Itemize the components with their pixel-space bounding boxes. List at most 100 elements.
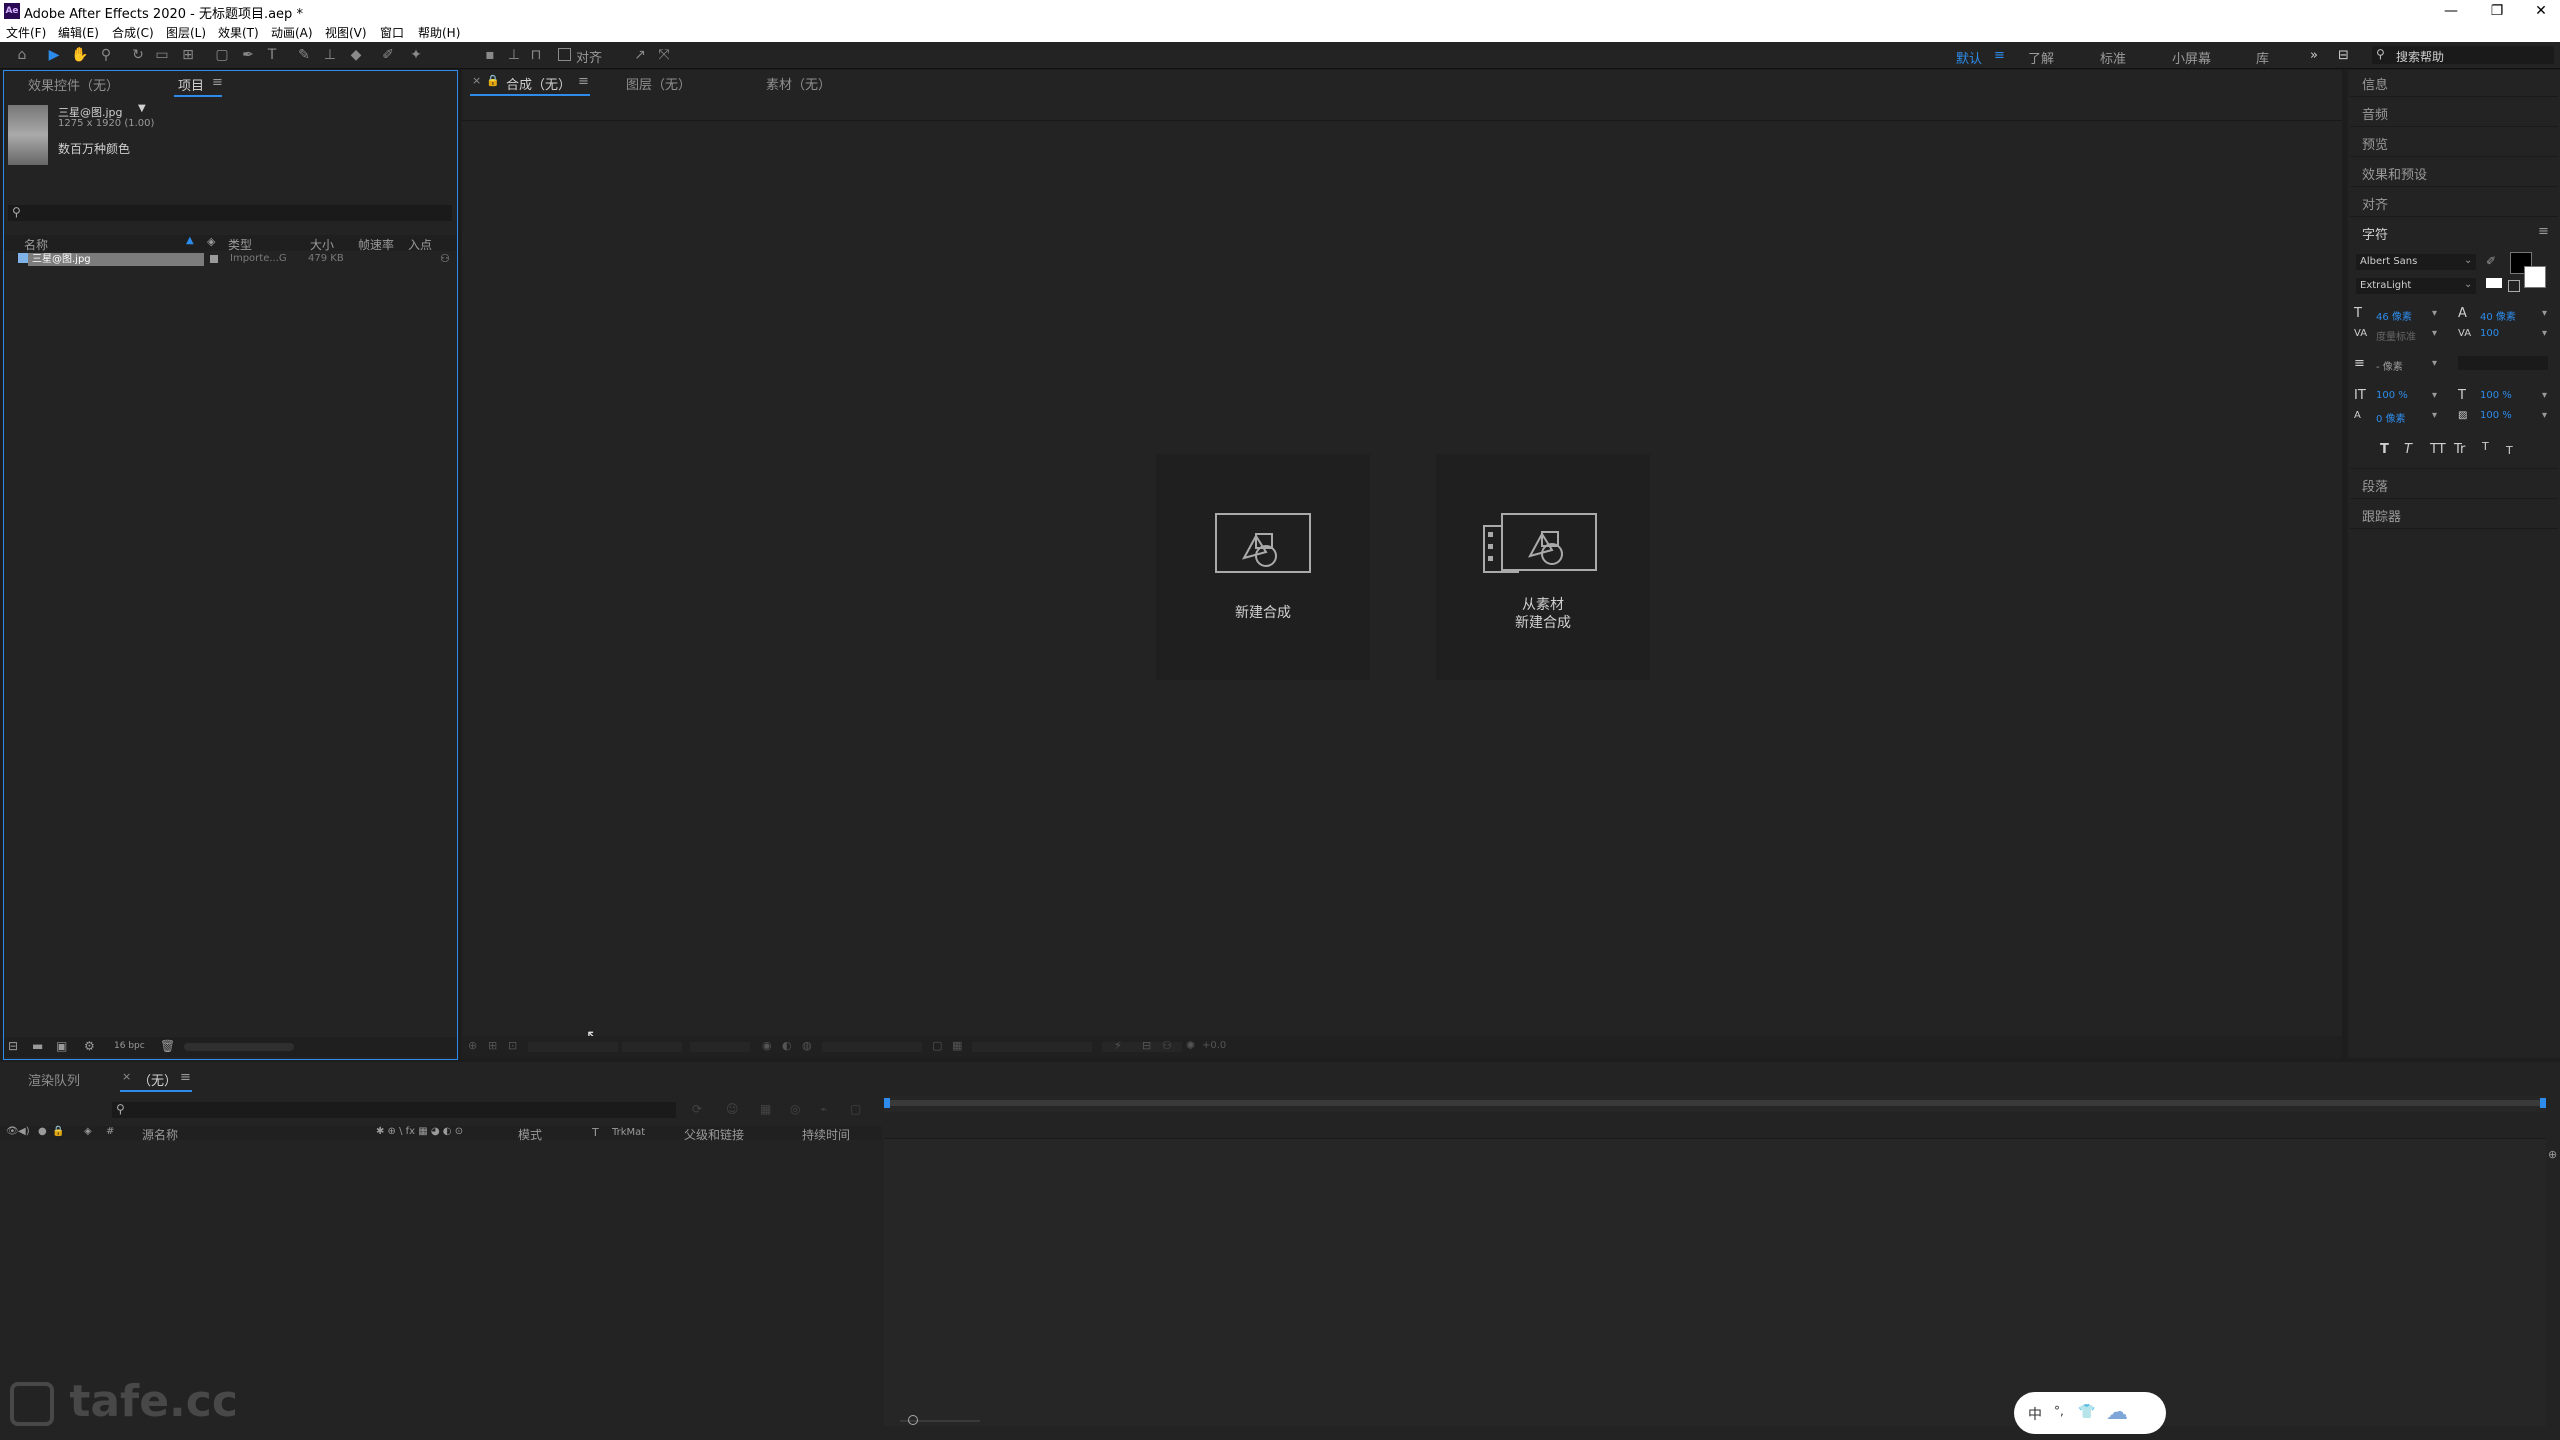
cloud-icon[interactable]: ☁ <box>2106 1400 2128 1425</box>
timeline-track-area[interactable] <box>884 1096 2546 1426</box>
frame-blending-icon[interactable]: ▦ <box>760 1102 771 1116</box>
view-dropdown[interactable] <box>822 1042 922 1052</box>
align-checkbox[interactable] <box>558 48 571 61</box>
view-axis-icon[interactable]: ⊓ <box>526 46 546 64</box>
hand-tool-icon[interactable]: ✋ <box>70 46 90 64</box>
shape-tool-icon[interactable]: ▢ <box>212 46 232 64</box>
navigator-start-handle[interactable] <box>884 1098 890 1108</box>
chevron-down-icon[interactable]: ▾ <box>2542 328 2547 339</box>
menu-composition[interactable]: 合成(C) <box>112 24 154 41</box>
leading-value[interactable]: 40 像素 <box>2480 308 2516 323</box>
graph-editor-icon[interactable]: ⌁ <box>820 1102 827 1116</box>
column-in-point[interactable]: 入点 <box>408 236 432 253</box>
interpret-footage-icon[interactable]: ⊟ <box>8 1039 18 1053</box>
menu-animation[interactable]: 动画(A) <box>271 24 313 41</box>
menu-view[interactable]: 视图(V) <box>325 24 367 41</box>
menu-file[interactable]: 文件(F) <box>6 24 46 41</box>
region-of-interest-icon[interactable]: ▢ <box>932 1039 942 1052</box>
tracking-value[interactable]: 100 <box>2480 328 2499 339</box>
channel-icon[interactable]: ◍ <box>802 1039 812 1052</box>
asset-dropdown-icon[interactable]: ▼ <box>138 103 146 114</box>
column-duration[interactable]: 持续时间 <box>802 1126 850 1143</box>
bit-depth[interactable]: 16 bpc <box>114 1041 145 1051</box>
brush-tool-icon[interactable]: ✎ <box>294 46 314 64</box>
column-parent-link[interactable]: 父级和链接 <box>684 1126 744 1143</box>
snap-options-icon[interactable]: ⤧ <box>654 46 674 64</box>
column-size[interactable]: 大小 <box>310 236 334 253</box>
vertical-scale-value[interactable]: 100 % <box>2376 390 2408 401</box>
stroke-width-value[interactable]: - 像素 <box>2376 358 2403 373</box>
superscript-button[interactable]: T <box>2482 440 2489 453</box>
audio-icon[interactable]: ◀) <box>18 1126 30 1137</box>
shy-layers-icon[interactable]: ☺ <box>726 1102 739 1116</box>
horizontal-scrollbar[interactable] <box>184 1043 294 1051</box>
snap-icon[interactable]: ↗ <box>630 46 650 64</box>
panel-menu-icon[interactable]: ≡ <box>2538 224 2549 239</box>
column-type[interactable]: 类型 <box>228 236 252 253</box>
small-caps-button[interactable]: Tr <box>2454 442 2465 457</box>
flowchart-icon[interactable]: ⚇ <box>1162 1039 1172 1052</box>
motion-blur-icon[interactable]: ◎ <box>790 1102 800 1116</box>
chevron-down-icon[interactable]: ▾ <box>2542 308 2547 319</box>
layer-number-icon[interactable]: # <box>106 1126 114 1137</box>
ime-toolbar[interactable]: 中 °, 👕 ☁ <box>2014 1392 2166 1434</box>
horizontal-scale-value[interactable]: 100 % <box>2480 390 2512 401</box>
zoom-tool-icon[interactable]: ⚲ <box>96 46 116 64</box>
menu-layer[interactable]: 图层(L) <box>166 24 206 41</box>
label-color-swatch[interactable] <box>210 255 218 263</box>
chevron-down-icon[interactable]: ▾ <box>2432 308 2437 319</box>
workspace-learn[interactable]: 了解 <box>2028 48 2054 67</box>
snapshot-icon[interactable]: ◉ <box>762 1039 772 1052</box>
column-frame-rate[interactable]: 帧速率 <box>358 236 394 253</box>
workspace-libraries[interactable]: 库 <box>2256 48 2269 67</box>
timeline-search-input[interactable]: ⚲ <box>112 1102 676 1118</box>
table-row[interactable]: 三星@图.jpg Importe...G 479 KB ⚇ <box>4 252 457 267</box>
sync-settings-icon[interactable]: ⊟ <box>2338 48 2349 63</box>
stroke-style-dropdown[interactable] <box>2458 356 2548 370</box>
zoom-slider-handle[interactable] <box>908 1415 918 1425</box>
chevron-down-icon[interactable]: ▾ <box>2432 410 2437 421</box>
info-section[interactable]: 信息 <box>2362 74 2388 93</box>
show-snapshot-icon[interactable]: ◐ <box>782 1039 792 1052</box>
column-t[interactable]: T <box>592 1126 599 1139</box>
chevron-down-icon[interactable]: ▾ <box>2432 328 2437 339</box>
white-swatch[interactable] <box>2486 278 2502 288</box>
panel-menu-icon[interactable]: ≡ <box>180 1070 191 1085</box>
chevron-down-icon[interactable]: ▾ <box>2542 410 2547 421</box>
timeline-icon[interactable]: ⊟ <box>1142 1039 1151 1052</box>
chevron-down-icon[interactable]: ▾ <box>2432 358 2437 369</box>
panel-menu-icon[interactable]: ≡ <box>578 74 589 89</box>
column-name[interactable]: 名称 <box>24 236 48 253</box>
character-section-title[interactable]: 字符 <box>2362 224 2388 243</box>
more-workspaces-icon[interactable]: » <box>2310 48 2318 63</box>
close-icon[interactable]: ✕ <box>2518 0 2560 22</box>
no-fill-swatch[interactable] <box>2508 280 2520 292</box>
baseline-shift-value[interactable]: 0 像素 <box>2376 410 2406 425</box>
resolution-dropdown[interactable] <box>622 1042 682 1052</box>
draft-3d-icon[interactable]: ⟳ <box>692 1102 702 1116</box>
fast-preview-icon[interactable]: ⚡ <box>1114 1039 1122 1052</box>
label-tag-icon[interactable]: ◈ <box>84 1126 92 1137</box>
time-navigator-bar[interactable] <box>884 1100 2546 1106</box>
workspace-default[interactable]: 默认 <box>1956 48 1982 67</box>
punctuation-icon[interactable]: °, <box>2054 1404 2064 1418</box>
timecode-field[interactable] <box>690 1042 750 1052</box>
adjust-project-settings-icon[interactable]: ⚙ <box>84 1039 95 1053</box>
eye-icon[interactable]: 👁 <box>6 1126 19 1137</box>
flowchart-icon[interactable]: ⚇ <box>440 252 450 265</box>
world-axis-icon[interactable]: ⊥ <box>504 46 524 64</box>
ime-mode[interactable]: 中 <box>2028 1404 2042 1424</box>
lock-icon[interactable]: 🔒 <box>486 74 500 87</box>
tsume-value[interactable]: 100 % <box>2480 410 2512 421</box>
font-size-value[interactable]: 46 像素 <box>2376 308 2412 323</box>
close-tab-icon[interactable]: × <box>122 1070 131 1083</box>
eraser-tool-icon[interactable]: ◆ <box>346 46 366 64</box>
trash-icon[interactable]: 🗑 <box>160 1039 175 1053</box>
project-search-input[interactable]: ⚲ <box>8 205 452 221</box>
time-ruler[interactable] <box>884 1112 2546 1139</box>
font-style-dropdown[interactable]: ExtraLight ⌄ <box>2356 278 2476 294</box>
menu-effect[interactable]: 效果(T) <box>218 24 259 41</box>
transparency-grid-icon[interactable]: ▦ <box>952 1039 962 1052</box>
tab-project[interactable]: 项目 <box>178 75 204 94</box>
workspace-standard[interactable]: 标准 <box>2100 48 2126 67</box>
